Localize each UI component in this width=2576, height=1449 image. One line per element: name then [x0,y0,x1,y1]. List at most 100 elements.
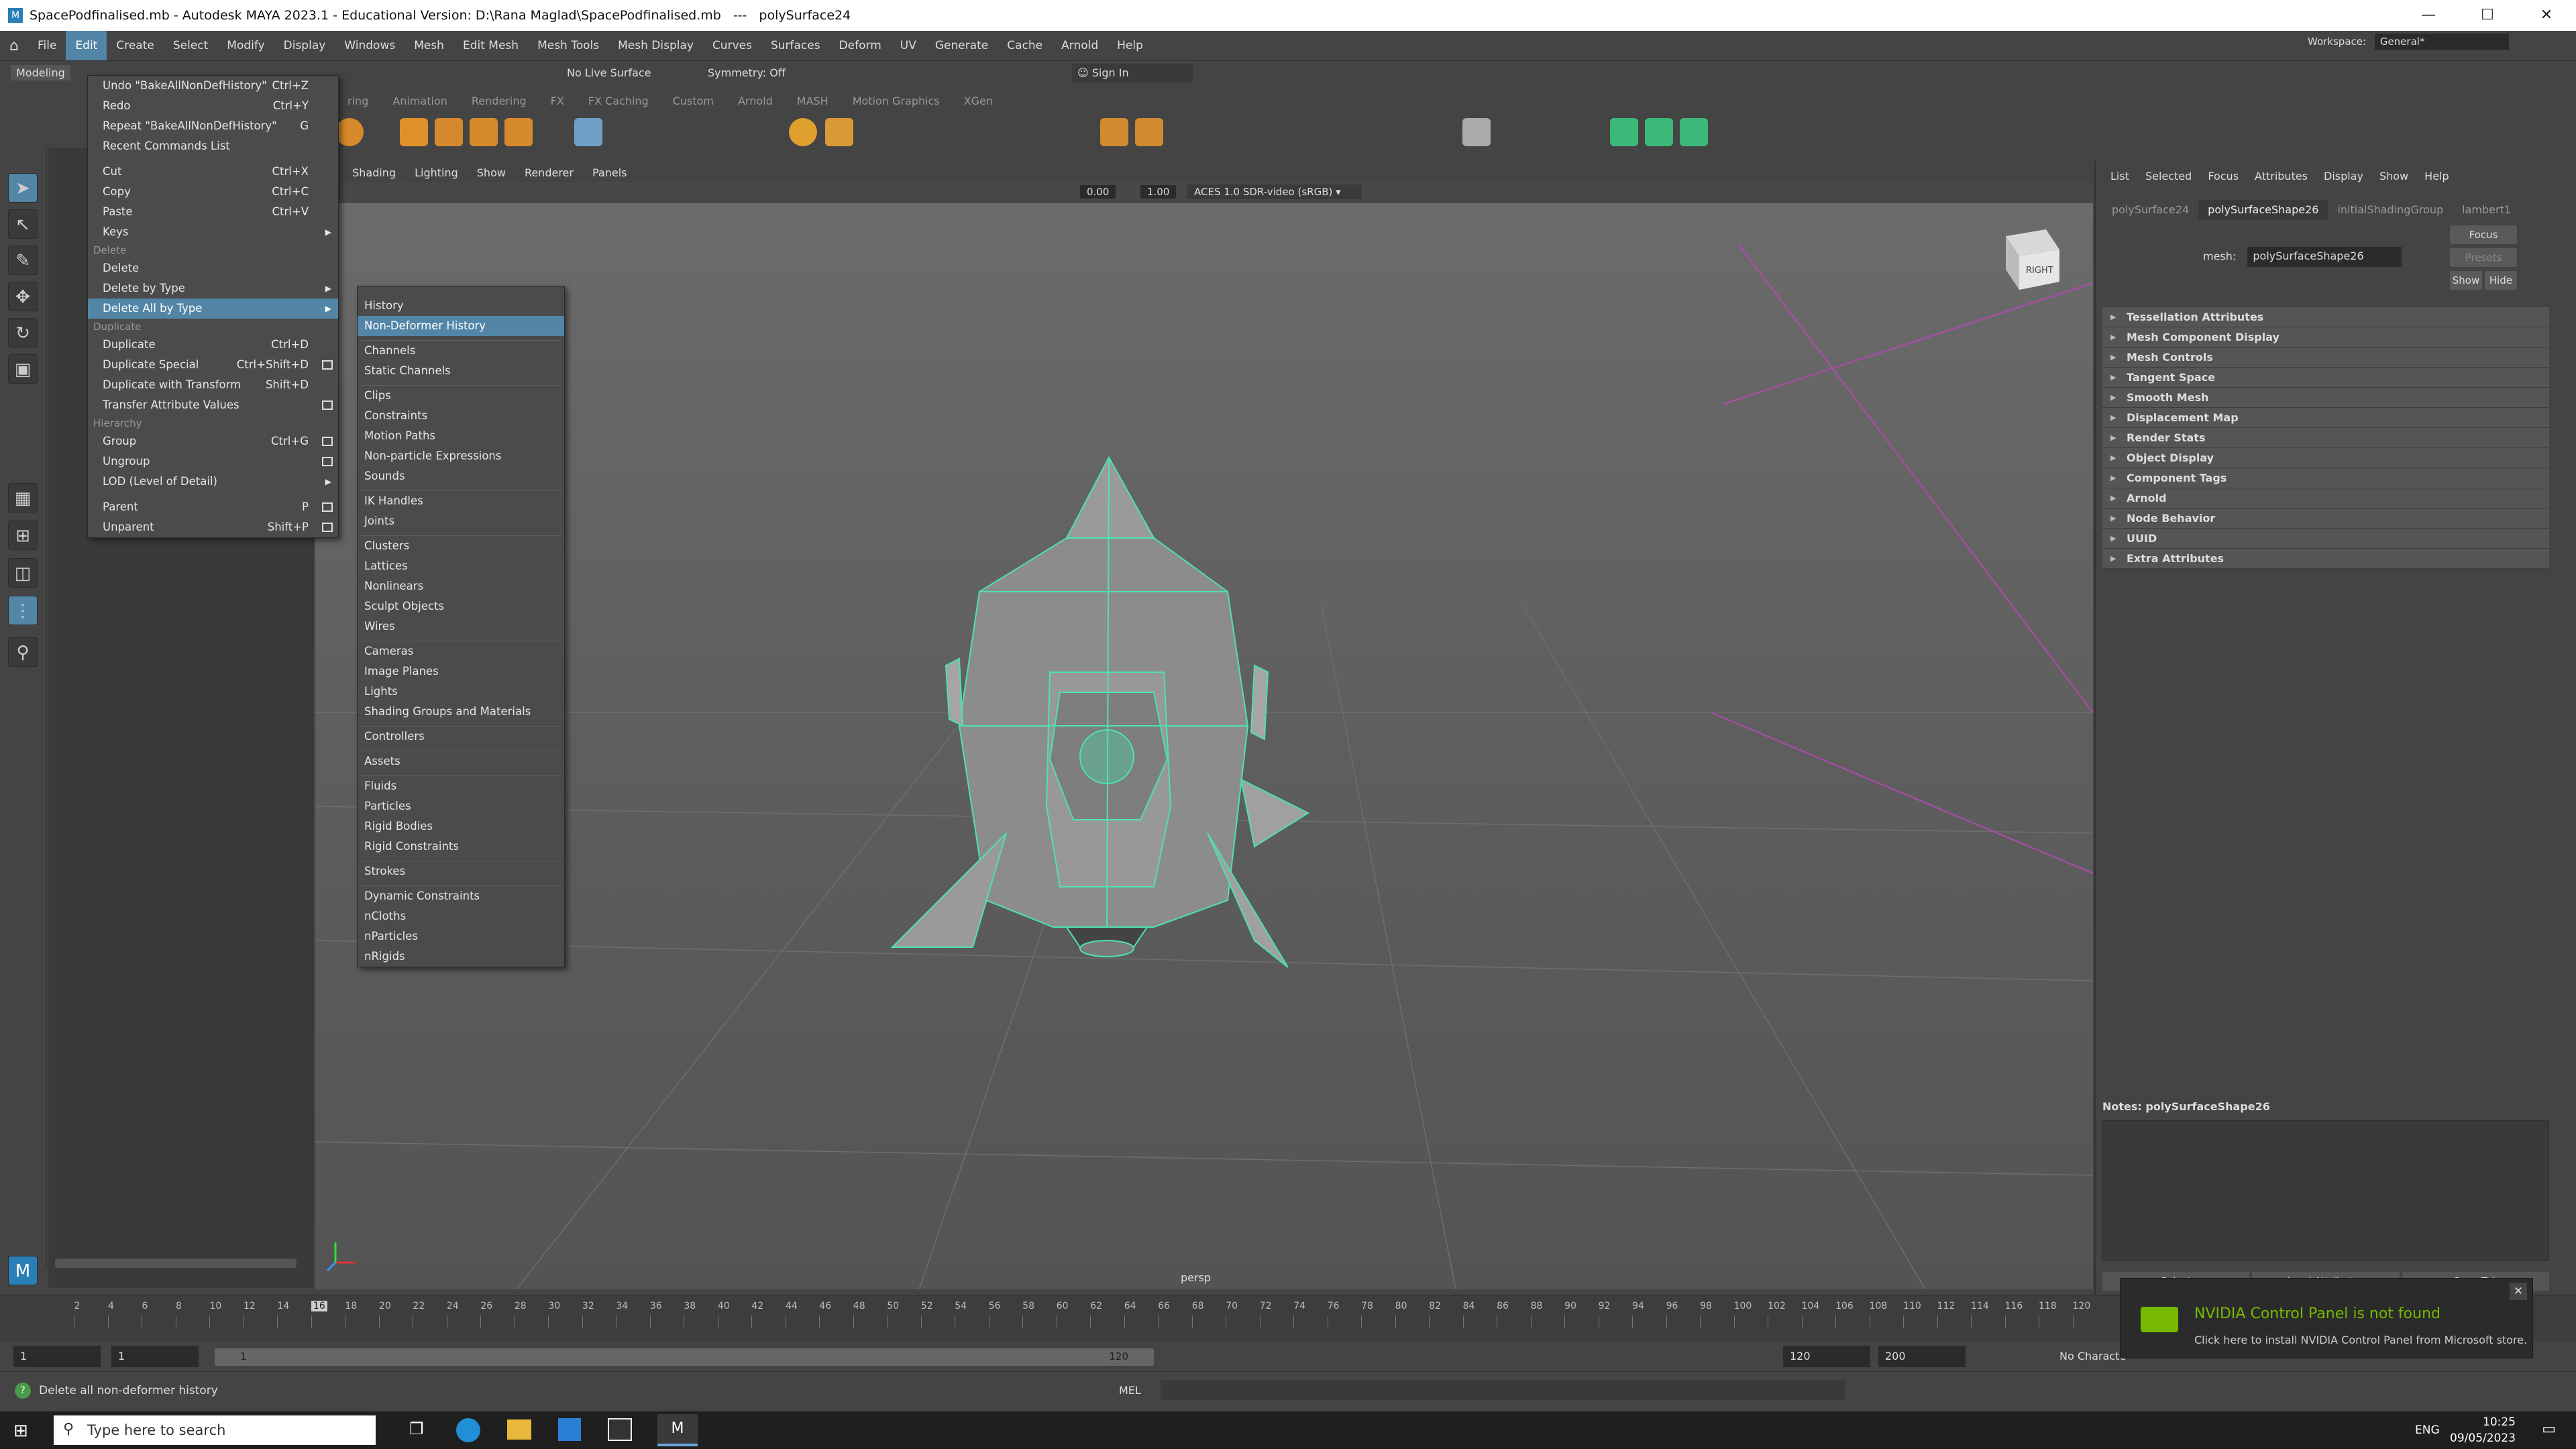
menu-arnold[interactable]: Arnold [1052,31,1108,60]
notification-center-icon[interactable]: ▭ [2542,1421,2556,1438]
edit-menu-item[interactable]: Duplicate with Transform Shift+D [88,375,338,395]
edit-menu-item[interactable]: Delete [88,258,338,278]
submenu-item[interactable]: Controllers [358,727,564,747]
shelf-tab[interactable]: ring [335,93,380,110]
node-tab[interactable]: initialShadingGroup [2328,200,2453,220]
focus-button[interactable]: Focus [2450,225,2517,244]
vp-menu-renderer[interactable]: Renderer [515,166,583,179]
submenu-item[interactable]: Wires [358,616,564,637]
maximize-button[interactable]: ☐ [2458,0,2517,31]
menu-display[interactable]: Display [274,31,335,60]
submenu-item[interactable]: nCloths [358,906,564,926]
edit-menu-item[interactable]: Cut Ctrl+X [88,162,338,182]
edit-menu-item[interactable]: Parent P [88,497,338,517]
grid-shelf-icon[interactable] [574,118,602,146]
shelf-tab[interactable]: FX [539,93,576,110]
shelf-tab[interactable]: Rendering [460,93,539,110]
notes-field[interactable] [2102,1120,2549,1261]
attr-menu-attributes[interactable]: Attributes [2247,166,2316,186]
submenu-item[interactable]: Non-particle Expressions [358,446,564,466]
shelf-tab[interactable]: Arnold [726,93,785,110]
menu-mesh-display[interactable]: Mesh Display [608,31,703,60]
edit-menu-item[interactable]: Repeat "BakeAllNonDefHistory" G [88,116,338,136]
attr-menu-focus[interactable]: Focus [2200,166,2247,186]
outliner-scrollbar[interactable] [55,1258,297,1268]
submenu-item[interactable]: Lattices [358,556,564,576]
menu-select[interactable]: Select [164,31,217,60]
edit-menu-item[interactable]: Undo "BakeAllNonDefHistory" Ctrl+Z [88,76,338,96]
rotate-tool-icon[interactable]: ↻ [8,318,38,347]
show-button[interactable]: Show [2450,271,2482,290]
edit-menu-item[interactable]: Group Ctrl+G [88,431,338,451]
edit-menu-item[interactable]: Transfer Attribute Values [88,395,338,415]
terminal-icon[interactable] [608,1418,632,1441]
text-shelf-icon[interactable] [470,118,498,146]
section-arnold[interactable]: Arnold [2102,488,2549,508]
shelf-tab[interactable]: MASH [785,93,841,110]
3d-viewport[interactable]: RIGHT [315,203,2094,1290]
menu-deform[interactable]: Deform [830,31,891,60]
outliner-view-icon[interactable]: ⋮ [8,596,38,625]
maya-taskbar-icon[interactable]: M [657,1414,698,1446]
shelf-tab[interactable]: XGen [952,93,1005,110]
move-tool-icon[interactable]: ✥ [8,282,38,311]
lasso-tool-icon[interactable]: ↖ [8,209,38,239]
submenu-item[interactable]: Channels [358,341,564,361]
option-box-icon[interactable] [322,437,333,446]
nvidia-notification[interactable]: NVIDIA Control Panel is not found Click … [2120,1278,2533,1358]
start-time-field[interactable]: 1 [13,1346,101,1367]
menu-mesh[interactable]: Mesh [405,31,453,60]
node-tab-selected[interactable]: polySurfaceShape26 [2198,200,2328,220]
node-tab[interactable]: lambert1 [2453,200,2520,220]
single-view-icon[interactable]: ▦ [8,483,38,513]
star-shelf-icon[interactable] [400,118,428,146]
menu-file[interactable]: File [28,31,66,60]
store-icon[interactable] [558,1418,581,1441]
minimize-button[interactable]: — [2399,0,2458,31]
vp-menu-shading[interactable]: Shading [343,166,405,179]
submenu-item[interactable]: Nonlinears [358,576,564,596]
submenu-item[interactable]: Static Channels [358,361,564,381]
option-box-icon[interactable] [322,360,333,370]
edit-menu-item[interactable]: Delete by Type ▶ [88,278,338,299]
magnifier-icon[interactable]: ⚲ [8,637,38,667]
symmetry-dropdown[interactable]: Symmetry: Off [708,66,786,79]
file-explorer-icon[interactable] [507,1419,531,1440]
close-button[interactable]: ✕ [2517,0,2576,31]
windows-start-icon[interactable]: ⊞ [13,1421,28,1441]
sweep-shelf-icon[interactable] [435,118,463,146]
submenu-item[interactable]: nRigids [358,947,564,967]
attr-menu-show[interactable]: Show [2371,166,2416,186]
boolean-shelf-icon[interactable] [825,118,853,146]
edit-menu-item[interactable]: LOD (Level of Detail) ▶ [88,472,338,492]
section-mesh-controls[interactable]: Mesh Controls [2102,347,2549,368]
current-frame-marker[interactable]: 16 [311,1301,327,1311]
gamma-field[interactable]: 1.00 [1140,185,1177,199]
submenu-item[interactable]: Constraints [358,406,564,426]
section-extra-attributes[interactable]: Extra Attributes [2102,549,2549,569]
submenu-item[interactable]: Rigid Constraints [358,837,564,857]
edit-menu-item[interactable]: Paste Ctrl+V [88,202,338,222]
mode-selector[interactable]: Modeling [11,65,70,80]
section-uuid[interactable]: UUID [2102,529,2549,549]
edit-menu-item[interactable]: Recent Commands List [88,136,338,156]
edit-menu-item[interactable]: Ungroup [88,451,338,472]
section-displacement-map[interactable]: Displacement Map [2102,408,2549,428]
combine-shelf-icon[interactable] [789,118,817,146]
edit-menu-item[interactable]: Redo Ctrl+Y [88,96,338,116]
near-clip-field[interactable]: 0.00 [1080,185,1116,199]
shelf-tab[interactable]: Custom [661,93,726,110]
playback-end-field[interactable]: 120 [1783,1346,1870,1367]
sign-in-button[interactable]: ☺ Sign In [1072,64,1193,83]
section-component-tags[interactable]: Component Tags [2102,468,2549,488]
attr-menu-display[interactable]: Display [2316,166,2371,186]
workspace-selector[interactable]: Workspace: General* [2308,34,2509,50]
submenu-item[interactable]: Strokes [358,861,564,881]
menu-edit[interactable]: Edit [66,31,107,60]
submenu-item[interactable]: Non-Deformer History [358,316,564,336]
mel-label[interactable]: MEL [1119,1384,1141,1397]
attr-menu-help[interactable]: Help [2416,166,2457,186]
menu-edit-mesh[interactable]: Edit Mesh [453,31,528,60]
edit-menu-item[interactable]: Duplicate Ctrl+D [88,335,338,355]
menu-generate[interactable]: Generate [926,31,998,60]
